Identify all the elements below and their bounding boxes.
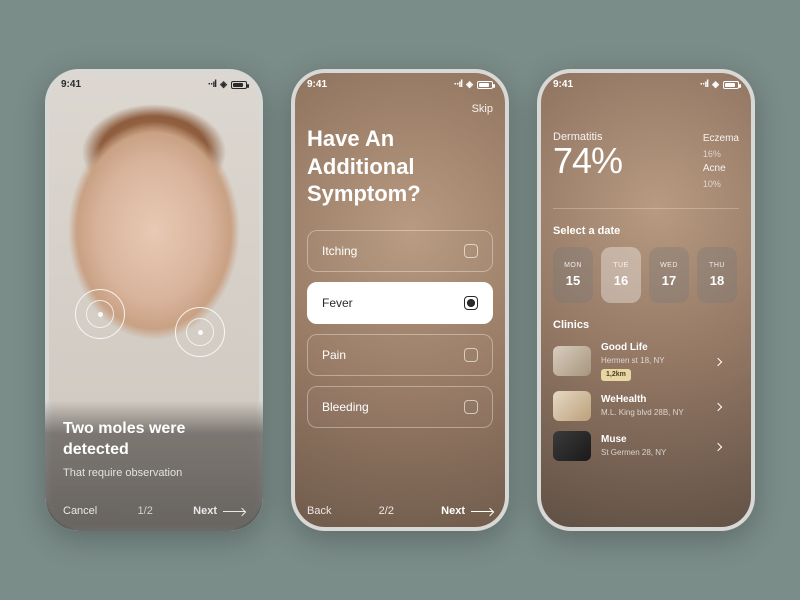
- day-number: 17: [662, 273, 676, 288]
- clinic-distance: 1,2km: [601, 369, 631, 381]
- secondary-percent: 16%: [703, 147, 739, 161]
- question-title: Have An Additional Symptom?: [307, 125, 493, 208]
- clinic-item[interactable]: WeHealth M.L. King blvd 28B, NY: [553, 391, 739, 421]
- cancel-button[interactable]: Cancel: [63, 505, 97, 517]
- secondary-percent: 10%: [703, 177, 739, 191]
- secondary-label: Eczema: [703, 133, 739, 144]
- checkbox-icon: [464, 296, 478, 310]
- day-of-week: MON: [564, 262, 582, 269]
- results-content: Dermatitis 74% Eczema 16% Acne 10% Selec…: [537, 69, 755, 531]
- symptom-option[interactable]: Fever: [307, 282, 493, 324]
- clinic-item[interactable]: Good Life Hermen st 18, NY 1,2km: [553, 341, 739, 381]
- battery-icon: [231, 81, 247, 89]
- symptom-label: Pain: [322, 348, 346, 362]
- diagnosis-row: Dermatitis 74% Eczema 16% Acne 10%: [553, 131, 739, 209]
- date-option[interactable]: THU 18: [697, 247, 737, 303]
- wifi-icon: [712, 79, 719, 90]
- detection-target-2[interactable]: [175, 307, 225, 357]
- detection-target-1[interactable]: [75, 289, 125, 339]
- clinic-info: Muse St Germen 28, NY: [601, 433, 711, 458]
- day-of-week: THU: [709, 262, 725, 269]
- day-of-week: WED: [660, 262, 678, 269]
- checkbox-icon: [464, 244, 478, 258]
- arrow-right-icon: [471, 511, 493, 512]
- symptom-option[interactable]: Bleeding: [307, 386, 493, 428]
- clinic-name: Muse: [601, 433, 711, 447]
- skip-button[interactable]: Skip: [307, 103, 493, 115]
- clinic-thumbnail: [553, 346, 591, 376]
- clinic-name: WeHealth: [601, 393, 711, 407]
- date-section-label: Select a date: [553, 225, 739, 237]
- secondary-label: Acne: [703, 163, 726, 174]
- step-indicator: 2/2: [379, 505, 394, 517]
- clinic-info: WeHealth M.L. King blvd 28B, NY: [601, 393, 711, 418]
- step-indicator: 1/2: [138, 505, 153, 517]
- detection-info-panel: Two moles were detected That require obs…: [45, 401, 263, 531]
- primary-percent: 74%: [553, 143, 689, 179]
- primary-label: Dermatitis: [553, 131, 689, 143]
- detection-subtitle: That require observation: [63, 467, 245, 479]
- symptom-label: Itching: [322, 244, 357, 258]
- clinic-address: St Germen 28, NY: [601, 447, 711, 458]
- day-number: 18: [710, 273, 724, 288]
- signal-icon: [700, 79, 708, 90]
- wifi-icon: [220, 79, 227, 90]
- status-icons: [454, 79, 493, 90]
- status-bar: 9:41: [45, 79, 263, 90]
- secondary-diagnoses: Eczema 16% Acne 10%: [703, 131, 739, 192]
- symptom-option[interactable]: Pain: [307, 334, 493, 376]
- day-of-week: TUE: [613, 262, 629, 269]
- date-option[interactable]: MON 15: [553, 247, 593, 303]
- arrow-right-icon: [223, 511, 245, 512]
- status-time: 9:41: [61, 79, 81, 90]
- symptom-option[interactable]: Itching: [307, 230, 493, 272]
- next-label: Next: [193, 505, 217, 517]
- clinic-item[interactable]: Muse St Germen 28, NY: [553, 431, 739, 461]
- status-bar: 9:41: [537, 79, 755, 90]
- screen-symptoms: 9:41 Skip Have An Additional Symptom? It…: [291, 69, 509, 531]
- next-button[interactable]: Next: [193, 505, 245, 517]
- date-picker[interactable]: MON 15 TUE 16 WED 17 THU 18: [553, 247, 739, 303]
- screen-results: 9:41 Dermatitis 74% Eczema 16% Acne 10% …: [537, 69, 755, 531]
- back-button[interactable]: Back: [307, 505, 331, 517]
- day-number: 16: [614, 273, 628, 288]
- checkbox-icon: [464, 348, 478, 362]
- checkbox-icon: [464, 400, 478, 414]
- status-time: 9:41: [307, 79, 327, 90]
- symptom-content: Skip Have An Additional Symptom? Itching…: [291, 69, 509, 531]
- clinic-address: Hermen st 18, NY: [601, 355, 711, 366]
- clinic-name: Good Life: [601, 341, 711, 355]
- date-option[interactable]: TUE 16: [601, 247, 641, 303]
- detection-footer: Cancel 1/2 Next: [63, 505, 245, 517]
- primary-diagnosis: Dermatitis 74%: [553, 131, 689, 179]
- symptom-footer: Back 2/2 Next: [307, 505, 493, 517]
- battery-icon: [723, 81, 739, 89]
- clinic-info: Good Life Hermen st 18, NY 1,2km: [601, 341, 711, 381]
- next-button[interactable]: Next: [441, 505, 493, 517]
- status-bar: 9:41: [291, 79, 509, 90]
- signal-icon: [454, 79, 462, 90]
- status-icons: [208, 79, 247, 90]
- day-number: 15: [566, 273, 580, 288]
- next-label: Next: [441, 505, 465, 517]
- symptom-label: Bleeding: [322, 400, 369, 414]
- symptom-label: Fever: [322, 296, 353, 310]
- screen-detection: 9:41 Two moles were detected That requir…: [45, 69, 263, 531]
- clinic-thumbnail: [553, 431, 591, 461]
- status-time: 9:41: [553, 79, 573, 90]
- status-icons: [700, 79, 739, 90]
- battery-icon: [477, 81, 493, 89]
- detection-title: Two moles were detected: [63, 419, 245, 461]
- clinics-section-label: Clinics: [553, 319, 739, 331]
- clinic-thumbnail: [553, 391, 591, 421]
- wifi-icon: [466, 79, 473, 90]
- signal-icon: [208, 79, 216, 90]
- date-option[interactable]: WED 17: [649, 247, 689, 303]
- clinic-address: M.L. King blvd 28B, NY: [601, 407, 711, 418]
